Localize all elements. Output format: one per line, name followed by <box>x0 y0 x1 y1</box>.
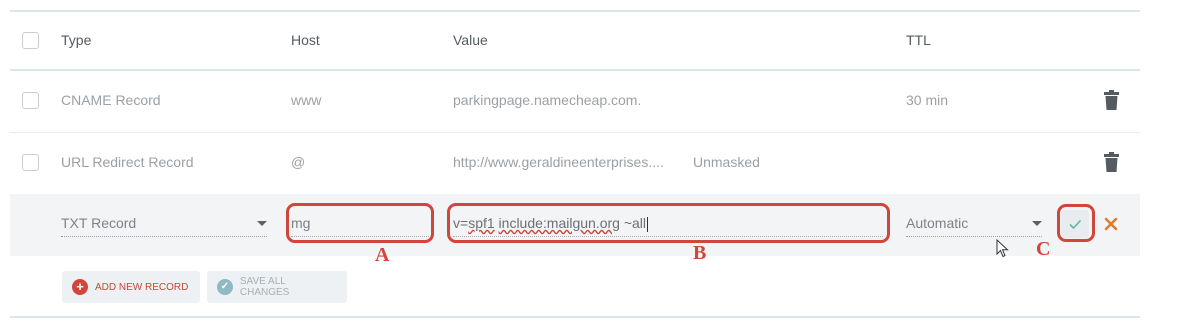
caret-down-icon <box>1032 221 1042 226</box>
record-ttl: 30 min <box>906 92 949 108</box>
select-all-checkbox[interactable] <box>22 32 39 49</box>
annotation-label-b: B <box>693 242 707 264</box>
annotation-box-a <box>286 203 434 243</box>
column-header-value: Value <box>453 32 488 48</box>
column-header-type: Type <box>61 32 92 48</box>
save-all-changes-button[interactable]: ✓ SAVE ALL CHANGES <box>207 271 347 303</box>
add-new-record-label: ADD NEW RECORD <box>95 281 189 293</box>
record-type-selected: TXT Record <box>61 215 137 231</box>
record-host: @ <box>291 154 306 170</box>
column-header-ttl: TTL <box>906 32 931 48</box>
header-divider <box>10 69 1140 71</box>
add-new-record-button[interactable]: + ADD NEW RECORD <box>62 271 200 303</box>
row-checkbox[interactable] <box>22 154 39 171</box>
table-top-border <box>10 10 1140 12</box>
redirect-mode: Unmasked <box>693 154 760 170</box>
annotation-box-b <box>447 203 890 243</box>
trash-icon[interactable] <box>1104 90 1119 110</box>
record-value: http://www.geraldineenterprises.... <box>453 154 664 170</box>
save-all-changes-label: SAVE ALL CHANGES <box>239 276 290 298</box>
close-icon[interactable] <box>1104 217 1118 231</box>
ttl-select[interactable]: Automatic <box>906 212 1042 237</box>
annotation-label-a: A <box>375 244 390 266</box>
record-type: URL Redirect Record <box>61 154 194 170</box>
annotation-box-c <box>1057 204 1095 242</box>
record-type: CNAME Record <box>61 92 161 108</box>
table-bottom-border <box>10 316 1140 318</box>
record-type-select[interactable]: TXT Record <box>61 212 267 237</box>
check-circle-icon: ✓ <box>217 279 233 295</box>
row-divider <box>10 132 1140 133</box>
mouse-cursor-icon <box>996 239 1009 258</box>
trash-icon[interactable] <box>1104 152 1119 172</box>
record-host: www <box>291 92 322 108</box>
ttl-selected: Automatic <box>906 215 969 231</box>
annotation-label-c: C <box>1036 238 1051 260</box>
caret-down-icon <box>257 221 267 226</box>
row-checkbox[interactable] <box>22 92 39 109</box>
record-value: parkingpage.namecheap.com. <box>453 92 642 108</box>
column-header-host: Host <box>291 32 320 48</box>
plus-circle-icon: + <box>72 279 88 295</box>
